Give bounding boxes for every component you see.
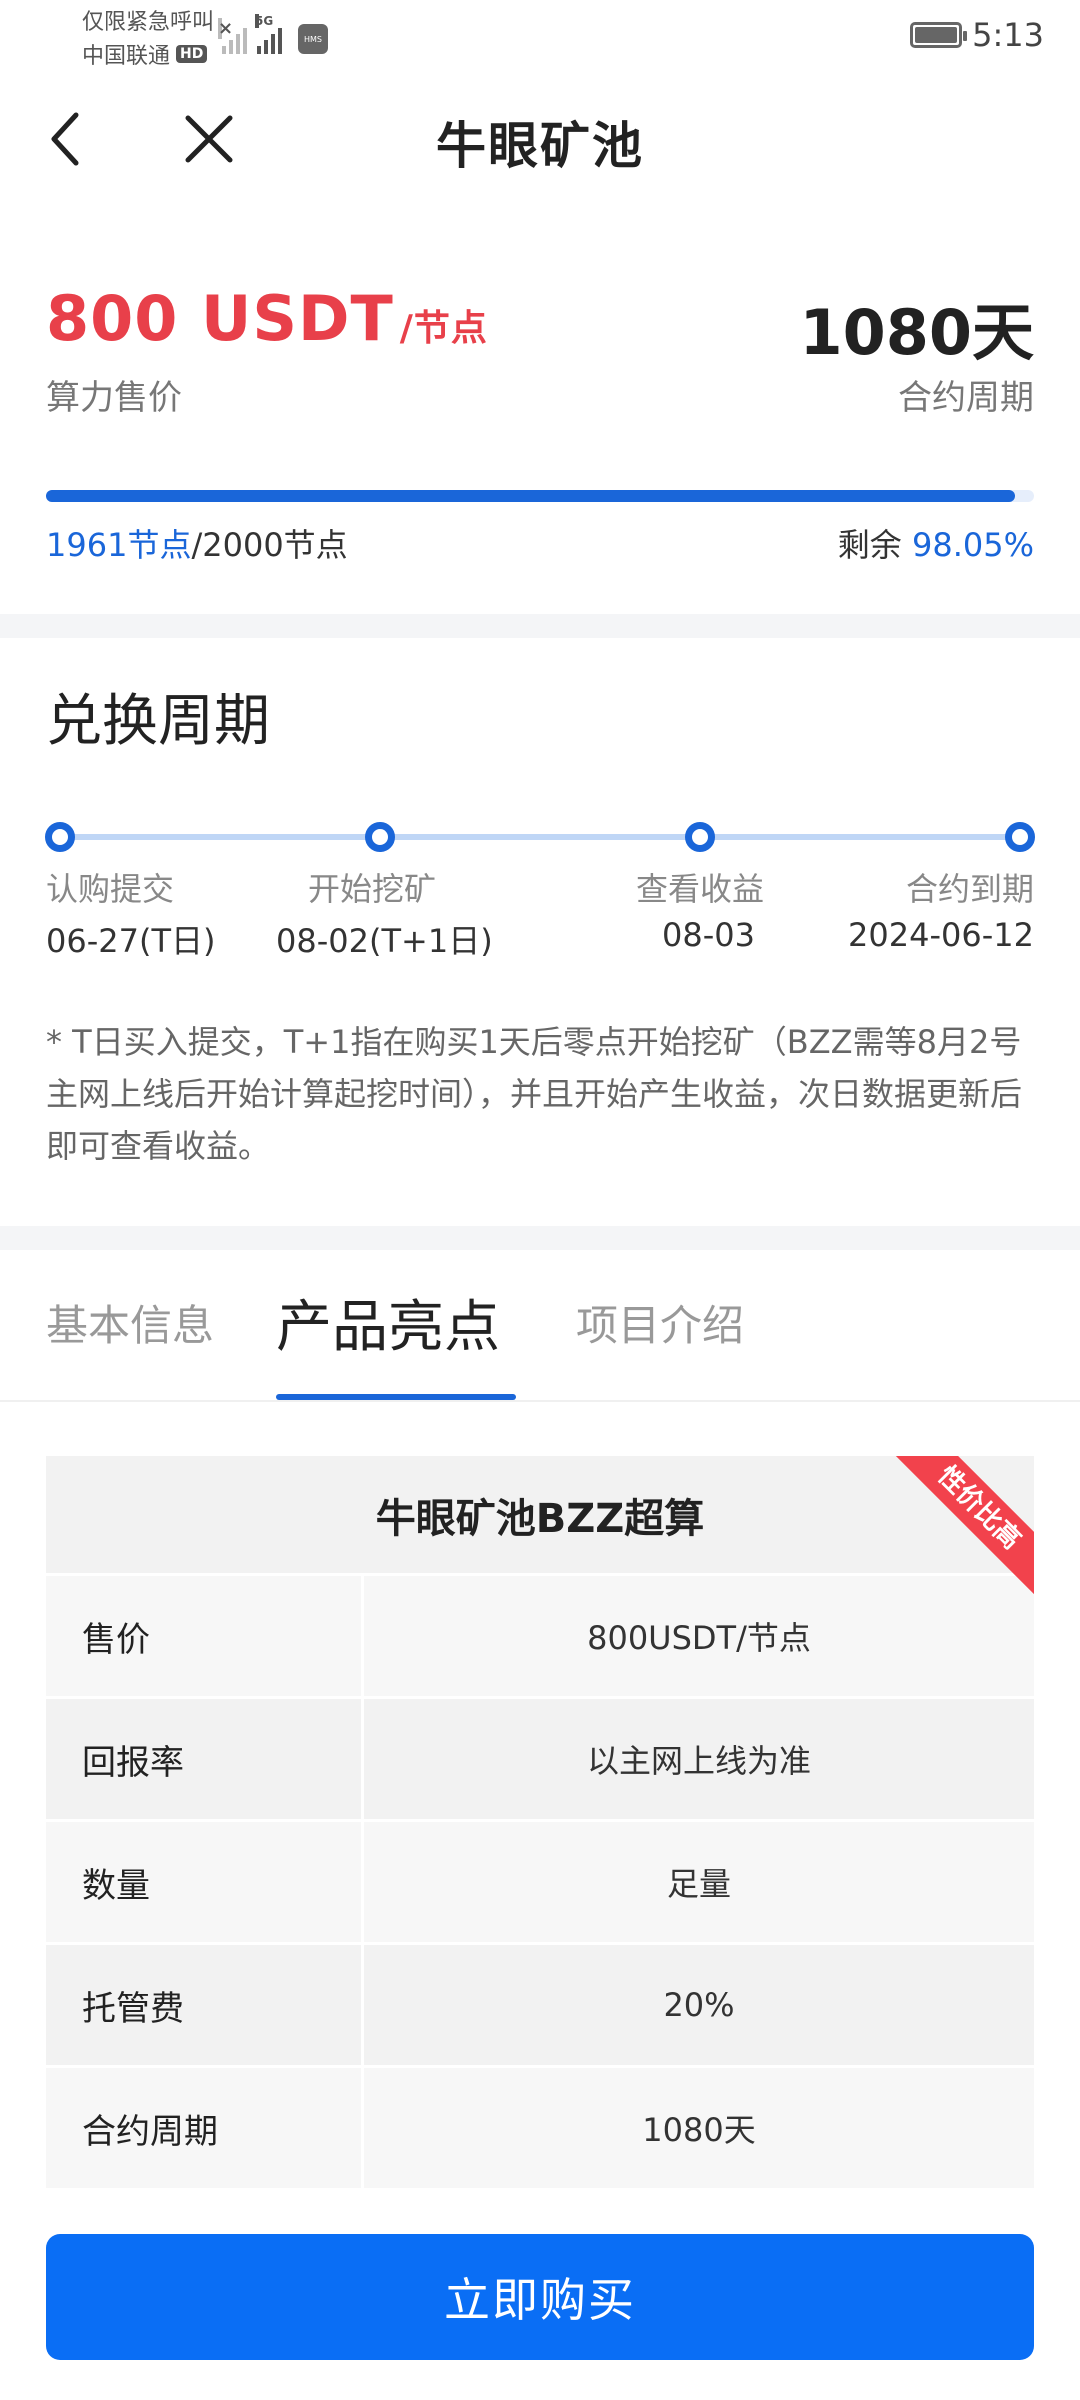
signal-5g-icon: 5G bbox=[255, 14, 282, 54]
row-value: 800USDT/节点 bbox=[587, 1619, 811, 1657]
period-label: 合约周期 bbox=[898, 378, 1034, 418]
step-date: 06-27(T日) bbox=[46, 922, 216, 960]
sold-nodes: 1961节点 bbox=[46, 526, 192, 564]
battery-icon bbox=[910, 22, 968, 48]
row-value: 20% bbox=[663, 1986, 735, 2024]
period-value: 1080天 bbox=[799, 296, 1034, 369]
tab-basic-info[interactable]: 基本信息 bbox=[46, 1292, 214, 1353]
step-date: 08-03 bbox=[662, 916, 755, 954]
row-key: 数量 bbox=[46, 1822, 364, 1942]
price-section: 800 USDT/节点 算力售价 1080天 合约周期 1961节点/2000节… bbox=[0, 206, 1080, 614]
row-key: 售价 bbox=[46, 1576, 364, 1696]
step-label: 查看收益 bbox=[636, 870, 765, 908]
table-row: 合约周期 1080天 bbox=[46, 2068, 1034, 2191]
price-label: 算力售价 bbox=[46, 378, 182, 418]
active-tab-indicator bbox=[276, 1394, 516, 1400]
hms-icon: HMS bbox=[298, 24, 328, 54]
section-divider bbox=[0, 614, 1080, 638]
tab-product-highlights[interactable]: 产品亮点 bbox=[276, 1282, 500, 1363]
status-bar: 仅限紧急呼叫 中国联通 HD × 5G HMS 5:13 bbox=[0, 0, 1080, 72]
remaining-label: 剩余 bbox=[837, 526, 912, 564]
step-label: 认购提交 bbox=[46, 870, 175, 908]
row-key: 回报率 bbox=[46, 1699, 364, 1819]
sales-progress-bar bbox=[46, 490, 1034, 502]
cycle-note: * T日买入提交，T+1指在购买1天后零点开始挖矿（BZZ需等8月2号主网上线后… bbox=[46, 1023, 1023, 1165]
table-row: 回报率 以主网上线为准 bbox=[46, 1699, 1034, 1822]
total-nodes: /2000节点 bbox=[191, 526, 348, 564]
exchange-cycle-section: 兑换周期 认购提交 06-27(T日) 开始挖矿 08-02(T+1日) 查看收… bbox=[0, 638, 1080, 1226]
carrier-label: 中国联通 bbox=[82, 44, 171, 69]
price-unit: /节点 bbox=[399, 308, 488, 349]
timeline-dot bbox=[1005, 822, 1035, 852]
row-key: 合约周期 bbox=[46, 2068, 364, 2188]
step-date: 08-02(T+1日) bbox=[276, 922, 493, 960]
table-row: 售价 800USDT/节点 bbox=[46, 1576, 1034, 1699]
timeline-dot bbox=[45, 822, 75, 852]
product-table-body: 售价 800USDT/节点 回报率 以主网上线为准 数量 足量 托管费 20% … bbox=[46, 1576, 1034, 2191]
step-label: 开始挖矿 bbox=[308, 870, 437, 908]
sales-progress-fill bbox=[46, 490, 1015, 502]
row-value: 1080天 bbox=[642, 2111, 756, 2149]
product-title: 牛眼矿池BZZ超算 bbox=[375, 1495, 705, 1542]
status-right: 5:13 bbox=[910, 16, 1044, 54]
tab-bar: 基本信息 产品亮点 项目介绍 bbox=[0, 1250, 1080, 1402]
timeline-dot bbox=[365, 822, 395, 852]
timeline-dot bbox=[685, 822, 715, 852]
hd-badge: HD bbox=[176, 45, 208, 63]
product-table-header: 牛眼矿池BZZ超算 性价比高 bbox=[46, 1456, 1034, 1598]
sold-count: 1961节点/2000节点 bbox=[46, 520, 348, 566]
timeline-line bbox=[60, 834, 1020, 840]
price-amount: 800 USDT bbox=[46, 282, 394, 355]
tab-project-intro[interactable]: 项目介绍 bbox=[576, 1292, 744, 1353]
row-value: 以主网上线为准 bbox=[586, 1742, 811, 1780]
step-date: 2024-06-12 bbox=[848, 916, 1034, 954]
carrier-text: 仅限紧急呼叫 bbox=[82, 10, 215, 35]
table-row: 数量 足量 bbox=[46, 1822, 1034, 1945]
page-title: 牛眼矿池 bbox=[436, 117, 644, 175]
timeline bbox=[45, 822, 1035, 852]
step-label: 合约到期 bbox=[905, 870, 1034, 908]
row-key: 托管费 bbox=[46, 1945, 364, 2065]
table-row: 托管费 20% bbox=[46, 1945, 1034, 2068]
section-divider bbox=[0, 1226, 1080, 1250]
remaining: 剩余 98.05% bbox=[838, 520, 1034, 566]
carrier-name: 中国联通 HD bbox=[82, 38, 208, 70]
signal-weak-icon: × bbox=[218, 18, 247, 54]
buy-now-button[interactable]: 立即购买 bbox=[46, 2234, 1034, 2360]
section-title: 兑换周期 bbox=[46, 689, 270, 754]
remaining-value: 98.05% bbox=[911, 526, 1034, 564]
row-value: 足量 bbox=[666, 1865, 731, 1903]
nav-bar: 牛眼矿池 bbox=[0, 72, 1080, 206]
price-value: 800 USDT/节点 bbox=[46, 282, 488, 355]
clock: 5:13 bbox=[972, 16, 1044, 54]
product-table: 牛眼矿池BZZ超算 性价比高 售价 800USDT/节点 回报率 以主网上线为准… bbox=[46, 1456, 1034, 2191]
signal-indicators: × 5G HMS bbox=[218, 14, 328, 54]
